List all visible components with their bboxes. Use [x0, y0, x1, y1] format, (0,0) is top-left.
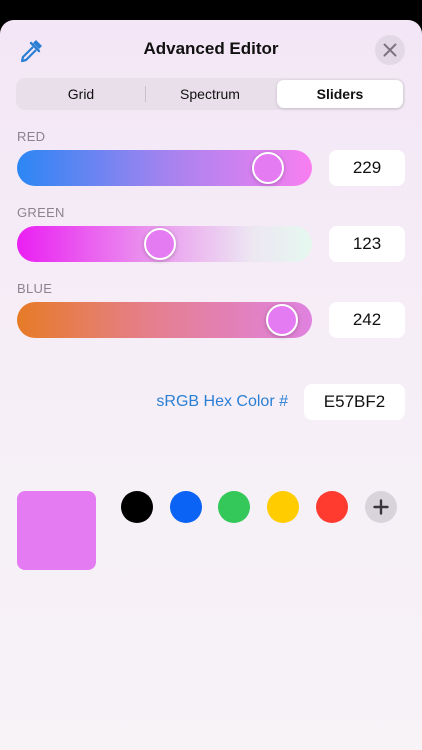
page-title: Advanced Editor [143, 39, 279, 58]
swatch-black[interactable] [121, 491, 153, 523]
swatch-red[interactable] [316, 491, 348, 523]
red-slider[interactable] [17, 150, 312, 186]
blue-label: BLUE [17, 281, 53, 296]
add-swatch-button[interactable] [365, 491, 397, 523]
tab-sliders[interactable]: Sliders [277, 80, 403, 108]
green-slider-knob[interactable] [143, 228, 176, 260]
swatch-green[interactable] [218, 491, 250, 523]
close-icon [383, 43, 397, 57]
tab-grid[interactable]: Grid [18, 80, 144, 108]
swatch-yellow[interactable] [267, 491, 299, 523]
tab-spectrum[interactable]: Spectrum [147, 80, 273, 108]
segment-divider [145, 86, 146, 102]
close-button[interactable] [375, 35, 405, 65]
blue-slider-knob[interactable] [265, 304, 298, 336]
hex-color-label: sRGB Hex Color # [156, 393, 288, 410]
green-label: GREEN [17, 205, 65, 220]
swatch-blue[interactable] [170, 491, 202, 523]
red-value-field[interactable]: 229 [329, 150, 405, 186]
color-picker-sheet: Advanced Editor Grid Spectrum Sliders RE… [0, 20, 422, 750]
blue-slider[interactable] [17, 302, 312, 338]
blue-value-field[interactable]: 242 [329, 302, 405, 338]
green-slider[interactable] [17, 226, 312, 262]
plus-icon [373, 499, 389, 515]
mode-segmented-control: Grid Spectrum Sliders [16, 78, 405, 110]
red-slider-knob[interactable] [252, 152, 285, 184]
hex-color-field[interactable]: E57BF2 [304, 384, 405, 420]
green-value-field[interactable]: 123 [329, 226, 405, 262]
red-label: RED [17, 129, 46, 144]
color-preview [17, 491, 96, 570]
